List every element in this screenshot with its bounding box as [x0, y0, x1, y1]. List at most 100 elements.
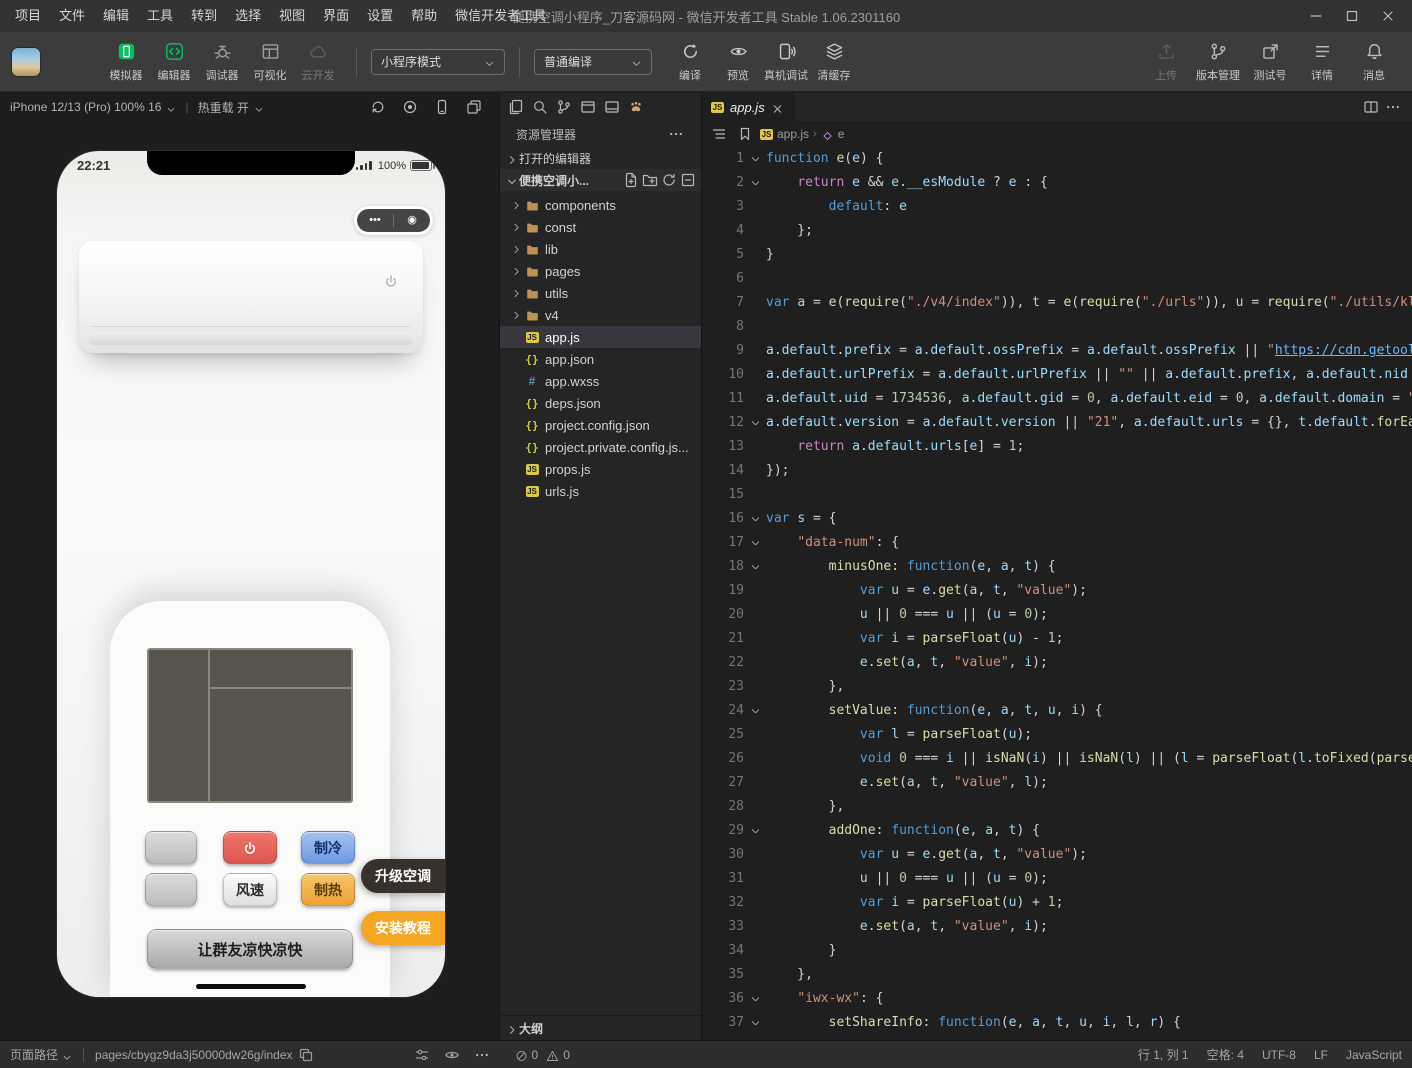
- code-line-32[interactable]: 32 var i = parseFloat(u) + 1;: [702, 891, 1412, 915]
- fold-chevron-icon[interactable]: [744, 531, 766, 555]
- code-line-11[interactable]: 11a.default.uid = 1734536, a.default.gid…: [702, 387, 1412, 411]
- menu-item[interactable]: 转到: [182, 0, 226, 32]
- heat-button[interactable]: 制热: [301, 873, 355, 906]
- code-line-6[interactable]: 6: [702, 267, 1412, 291]
- code-line-18[interactable]: 18 minusOne: function(e, a, t) {: [702, 555, 1412, 579]
- code-line-8[interactable]: 8: [702, 315, 1412, 339]
- window-icon[interactable]: [577, 96, 599, 118]
- compile-mode-select[interactable]: 普通编译: [534, 49, 652, 75]
- menu-item[interactable]: 选择: [226, 0, 270, 32]
- tree-item-urls.js[interactable]: JSurls.js: [500, 480, 701, 502]
- source-control-icon[interactable]: [553, 96, 575, 118]
- cursor-position[interactable]: 行 1, 列 1: [1138, 1046, 1189, 1063]
- fold-chevron-icon[interactable]: [744, 699, 766, 723]
- paw-icon[interactable]: [625, 96, 647, 118]
- code-line-15[interactable]: 15: [702, 483, 1412, 507]
- toolbar-preview-button[interactable]: 预览: [714, 35, 762, 89]
- more-icon[interactable]: [471, 1044, 493, 1066]
- code-line-37[interactable]: 37 setShareInfo: function(e, a, t, u, i,…: [702, 1011, 1412, 1035]
- tree-item-deps.json[interactable]: {}deps.json: [500, 392, 701, 414]
- tune-icon[interactable]: [411, 1044, 433, 1066]
- fold-chevron-icon[interactable]: [744, 147, 766, 171]
- fold-chevron-icon[interactable]: [744, 987, 766, 1011]
- mode-select[interactable]: 小程序模式: [371, 49, 505, 75]
- eye-icon[interactable]: [441, 1044, 463, 1066]
- menu-item[interactable]: 编辑: [94, 0, 138, 32]
- toolbar-cloud-button[interactable]: 云开发: [294, 35, 342, 89]
- code-line-17[interactable]: 17 "data-num": {: [702, 531, 1412, 555]
- toolbar-cache-button[interactable]: 清缓存: [810, 35, 858, 89]
- tree-item-components[interactable]: components: [500, 194, 701, 216]
- code-line-24[interactable]: 24 setValue: function(e, a, t, u, i) {: [702, 699, 1412, 723]
- outline-toggle-icon[interactable]: [708, 123, 730, 145]
- fan-speed-button[interactable]: 风速: [223, 873, 277, 906]
- toolbar-version-button[interactable]: 版本管理: [1192, 35, 1244, 89]
- tree-item-pages[interactable]: pages: [500, 260, 701, 282]
- refresh-icon[interactable]: [659, 171, 678, 190]
- code-line-19[interactable]: 19 var u = e.get(a, t, "value");: [702, 579, 1412, 603]
- toolbar-compile-button[interactable]: 编译: [666, 35, 714, 89]
- toolbar-visual-button[interactable]: 可视化: [246, 35, 294, 89]
- code-editor[interactable]: 1function e(e) {2 return e && e.__esModu…: [702, 147, 1412, 1040]
- toolbar-test-button[interactable]: 测试号: [1244, 35, 1296, 89]
- indent-setting[interactable]: 空格: 4: [1207, 1046, 1244, 1063]
- code-line-30[interactable]: 30 var u = e.get(a, t, "value");: [702, 843, 1412, 867]
- code-line-9[interactable]: 9a.default.prefix = a.default.ossPrefix …: [702, 339, 1412, 363]
- eol-setting[interactable]: LF: [1314, 1048, 1328, 1062]
- code-line-36[interactable]: 36 "iwx-wx": {: [702, 987, 1412, 1011]
- code-line-28[interactable]: 28 },: [702, 795, 1412, 819]
- code-line-14[interactable]: 14});: [702, 459, 1412, 483]
- capsule-close-button[interactable]: ◉: [394, 215, 430, 226]
- toolbar-debugger-button[interactable]: 调试器: [198, 35, 246, 89]
- code-line-22[interactable]: 22 e.set(a, t, "value", i);: [702, 651, 1412, 675]
- upgrade-float-button[interactable]: 升级空调: [361, 859, 445, 893]
- capsule-menu-button[interactable]: •••: [357, 215, 393, 226]
- remote-blank-button[interactable]: [145, 831, 197, 864]
- new-folder-icon[interactable]: [640, 171, 659, 190]
- record-icon[interactable]: [399, 96, 421, 118]
- fold-chevron-icon[interactable]: [744, 555, 766, 579]
- open-editors-section[interactable]: 打开的编辑器: [500, 147, 701, 169]
- toolbar-simulator-button[interactable]: 模拟器: [102, 35, 150, 89]
- code-line-23[interactable]: 23 },: [702, 675, 1412, 699]
- chevron-down-icon[interactable]: [62, 1050, 72, 1060]
- code-line-20[interactable]: 20 u || 0 === u || (u = 0);: [702, 603, 1412, 627]
- more-icon[interactable]: [1382, 96, 1404, 118]
- files-icon[interactable]: [505, 96, 527, 118]
- code-line-13[interactable]: 13 return a.default.urls[e] = 1;: [702, 435, 1412, 459]
- tree-item-props.js[interactable]: JSprops.js: [500, 458, 701, 480]
- power-button[interactable]: [223, 831, 277, 864]
- cool-button[interactable]: 制冷: [301, 831, 355, 864]
- menu-item[interactable]: 文件: [50, 0, 94, 32]
- code-line-1[interactable]: 1function e(e) {: [702, 147, 1412, 171]
- fold-chevron-icon[interactable]: [744, 507, 766, 531]
- close-icon[interactable]: [771, 101, 784, 114]
- code-line-26[interactable]: 26 void 0 === i || isNaN(i) || isNaN(l) …: [702, 747, 1412, 771]
- close-icon[interactable]: [1370, 2, 1406, 30]
- code-line-10[interactable]: 10a.default.urlPrefix = a.default.urlPre…: [702, 363, 1412, 387]
- code-line-4[interactable]: 4 };: [702, 219, 1412, 243]
- fold-chevron-icon[interactable]: [744, 411, 766, 435]
- collapse-icon[interactable]: [678, 171, 697, 190]
- code-line-35[interactable]: 35 },: [702, 963, 1412, 987]
- language-mode[interactable]: JavaScript: [1346, 1048, 1402, 1062]
- tab-app-js[interactable]: JS app.js: [702, 93, 794, 121]
- share-button[interactable]: 让群友凉快凉快: [147, 929, 353, 969]
- new-file-icon[interactable]: [621, 171, 640, 190]
- tree-item-app.json[interactable]: {}app.json: [500, 348, 701, 370]
- tree-item-project.config.json[interactable]: {}project.config.json: [500, 414, 701, 436]
- menu-item[interactable]: 设置: [358, 0, 402, 32]
- tree-item-app.wxss[interactable]: #app.wxss: [500, 370, 701, 392]
- menu-item[interactable]: 项目: [6, 0, 50, 32]
- tree-item-v4[interactable]: v4: [500, 304, 701, 326]
- breadcrumb-symbol[interactable]: e: [838, 127, 845, 141]
- toolbar-editor-button[interactable]: 编辑器: [150, 35, 198, 89]
- split-icon[interactable]: [1360, 96, 1382, 118]
- code-line-34[interactable]: 34 }: [702, 939, 1412, 963]
- menu-item[interactable]: 微信开发者工具: [446, 0, 555, 32]
- toolbar-message-button[interactable]: 消息: [1348, 35, 1400, 89]
- tree-item-project.private.config.js...[interactable]: {}project.private.config.js...: [500, 436, 701, 458]
- code-line-7[interactable]: 7var a = e(require("./v4/index")), t = e…: [702, 291, 1412, 315]
- rotate-icon[interactable]: [367, 96, 389, 118]
- toolbar-detail-button[interactable]: 详情: [1296, 35, 1348, 89]
